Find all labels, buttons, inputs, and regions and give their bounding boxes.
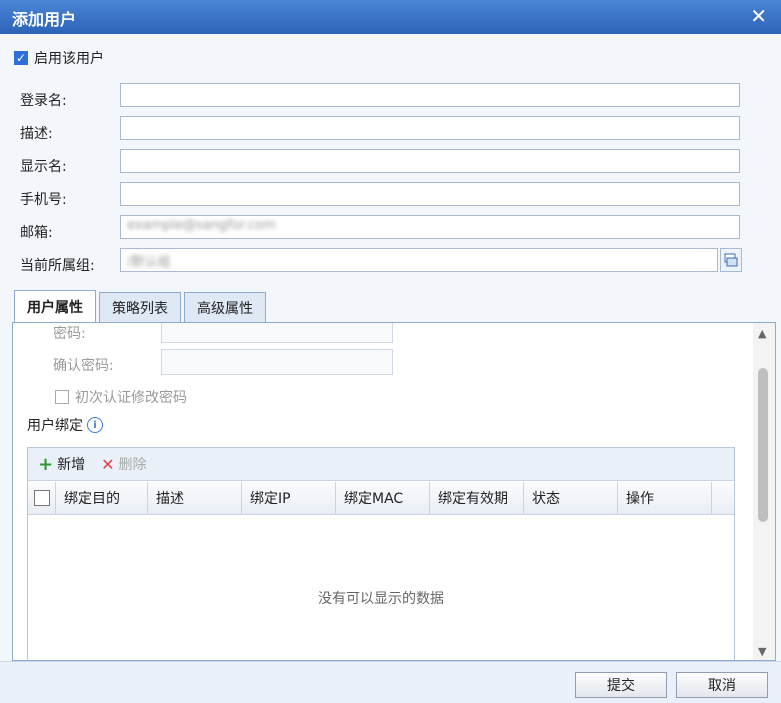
grid-empty-message: 没有可以显示的数据 <box>318 591 444 607</box>
enable-user-label: 启用该用户 <box>34 51 104 67</box>
delete-binding-button[interactable]: ✕ 删除 <box>95 454 146 474</box>
password-label: 密码: <box>53 326 86 342</box>
dialog-body: ✓ 启用该用户 登录名: 描述: 显示名: 手机号: 邮箱: example@s… <box>0 34 781 661</box>
display-name-input[interactable] <box>120 149 740 173</box>
user-properties-panel: 密码: 确认密码: 初次认证修改密码 用户绑定 i + 新增 ✕ 删除 绑定目的… <box>12 322 776 661</box>
grid-toolbar: + 新增 ✕ 删除 <box>28 448 734 481</box>
email-input[interactable]: example@sangfor.com <box>120 215 740 239</box>
password-input[interactable] <box>161 323 393 343</box>
col-binding-ip[interactable]: 绑定IP <box>242 482 336 514</box>
col-description[interactable]: 描述 <box>148 482 242 514</box>
add-user-dialog: 添加用户 ✕ ✓ 启用该用户 登录名: 描述: 显示名: 手机号: 邮箱: ex… <box>0 0 781 703</box>
group-picker-button[interactable] <box>720 248 742 272</box>
panel-scrollbar[interactable]: ▲ ▼ <box>753 323 775 660</box>
col-binding-validity[interactable]: 绑定有效期 <box>430 482 524 514</box>
dialog-title: 添加用户 <box>12 10 77 29</box>
phone-input[interactable] <box>120 182 740 206</box>
tab-user-properties[interactable]: 用户属性 <box>14 290 96 322</box>
group-input[interactable]: /默认组 <box>120 248 718 272</box>
grid-header: 绑定目的 描述 绑定IP 绑定MAC 绑定有效期 状态 操作 <box>28 482 734 515</box>
confirm-password-input[interactable] <box>161 349 393 375</box>
user-binding-title: 用户绑定 <box>27 418 83 434</box>
description-label: 描述: <box>20 126 53 142</box>
delete-binding-label: 删除 <box>118 457 147 473</box>
user-binding-header: 用户绑定 i <box>27 415 103 435</box>
login-name-input[interactable] <box>120 83 740 107</box>
scroll-up-icon[interactable]: ▲ <box>758 327 766 340</box>
add-binding-label: 新增 <box>57 457 86 473</box>
email-value: example@sangfor.com <box>127 218 276 233</box>
delete-icon: ✕ <box>101 454 115 474</box>
login-name-label: 登录名: <box>20 93 67 109</box>
tab-bar: 用户属性 策略列表 高级属性 <box>14 290 269 322</box>
change-password-checkbox[interactable] <box>55 390 69 404</box>
enable-user-checkbox-row[interactable]: ✓ 启用该用户 <box>14 48 104 68</box>
select-all-cell[interactable] <box>28 482 56 514</box>
tab-policy-list[interactable]: 策略列表 <box>99 292 181 322</box>
display-name-label: 显示名: <box>20 159 67 175</box>
email-label: 邮箱: <box>20 225 53 241</box>
binding-grid: + 新增 ✕ 删除 绑定目的 描述 绑定IP 绑定MAC 绑定有效期 状态 操作… <box>27 447 735 660</box>
col-binding-mac[interactable]: 绑定MAC <box>336 482 430 514</box>
close-icon[interactable]: ✕ <box>750 4 767 28</box>
enable-user-checkbox[interactable]: ✓ <box>14 51 28 65</box>
submit-button[interactable]: 提交 <box>575 672 667 698</box>
group-label: 当前所属组: <box>20 258 95 274</box>
select-all-checkbox[interactable] <box>34 490 50 506</box>
description-input[interactable] <box>120 116 740 140</box>
scroll-down-icon[interactable]: ▼ <box>758 645 766 658</box>
info-icon[interactable]: i <box>87 417 103 433</box>
tab-advanced-properties[interactable]: 高级属性 <box>184 292 266 322</box>
change-password-label: 初次认证修改密码 <box>75 390 187 406</box>
confirm-password-label: 确认密码: <box>53 358 114 374</box>
dialog-footer: 提交 取消 <box>0 661 781 703</box>
group-value: /默认组 <box>127 255 171 270</box>
add-binding-button[interactable]: + 新增 <box>38 454 85 475</box>
plus-icon: + <box>38 453 54 475</box>
change-password-row[interactable]: 初次认证修改密码 <box>55 387 187 407</box>
col-binding-purpose[interactable]: 绑定目的 <box>56 482 148 514</box>
tree-picker-icon <box>724 253 738 267</box>
col-action[interactable]: 操作 <box>618 482 712 514</box>
col-status[interactable]: 状态 <box>524 482 618 514</box>
phone-label: 手机号: <box>20 192 67 208</box>
title-bar: 添加用户 ✕ <box>0 0 781 34</box>
scroll-thumb[interactable] <box>758 368 768 522</box>
cancel-button[interactable]: 取消 <box>676 672 768 698</box>
